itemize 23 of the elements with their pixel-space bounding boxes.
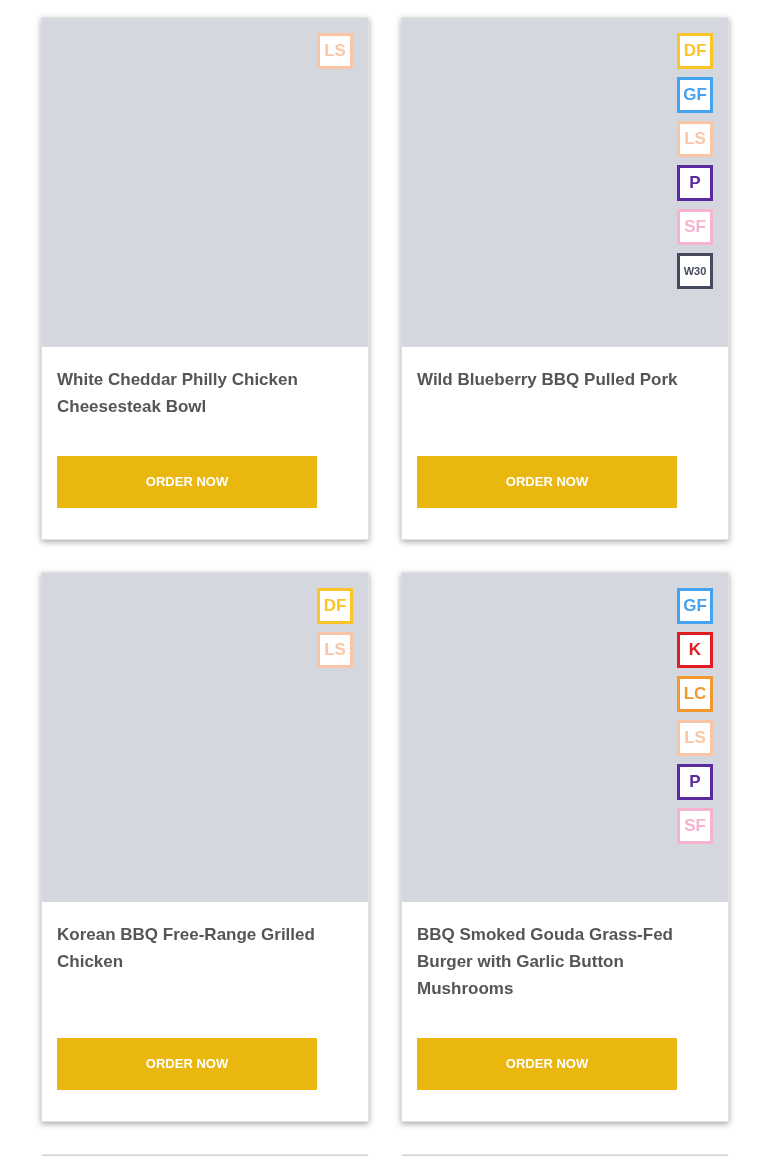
product-title: BBQ Smoked Gouda Grass-Fed Burger with Garlic Button Mushrooms (417, 924, 674, 1000)
diet-badge: P (677, 165, 713, 201)
product-title: White Cheddar Philly Chicken Cheesesteak Bowl (57, 369, 299, 418)
diet-badge: W30 (677, 253, 713, 289)
diet-badge: LS (317, 33, 353, 69)
order-button[interactable]: ORDER NOW (57, 456, 317, 508)
order-button[interactable]: ORDER NOW (417, 456, 677, 508)
diet-badge: LS (677, 121, 713, 157)
diet-badge: DF (317, 588, 353, 624)
diet-badge: SF (677, 808, 713, 844)
diet-badge: LS (317, 632, 353, 668)
diet-badge: GF (677, 77, 713, 113)
diet-badge: SF (677, 209, 713, 245)
product-title: Wild Blueberry BBQ Pulled Pork (417, 369, 679, 391)
diet-badge: P (677, 764, 713, 800)
product-title: Korean BBQ Free-Range Grilled Chicken (57, 924, 316, 973)
diet-badge: DF (677, 33, 713, 69)
order-button[interactable]: ORDER NOW (417, 1038, 677, 1090)
diet-badge: LC (677, 676, 713, 712)
diet-badge: K (677, 632, 713, 668)
diet-badge: GF (677, 588, 713, 624)
order-button[interactable]: ORDER NOW (57, 1038, 317, 1090)
diet-badge: LS (677, 720, 713, 756)
